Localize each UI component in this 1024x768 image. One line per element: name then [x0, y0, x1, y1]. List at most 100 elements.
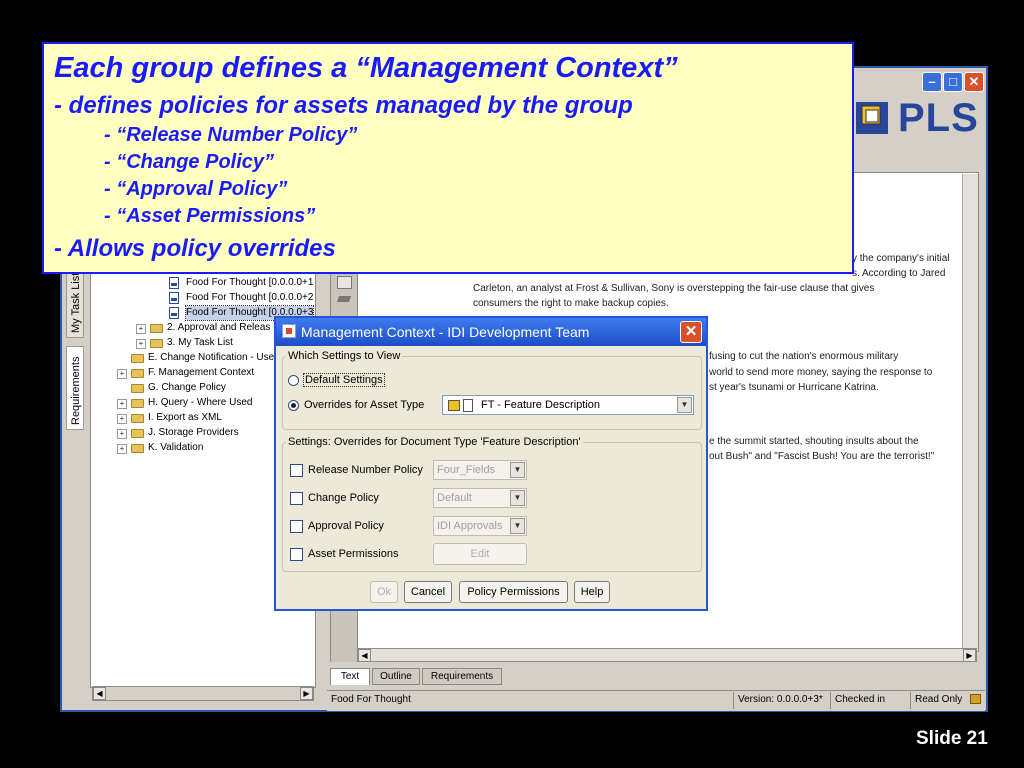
release-number-checkbox[interactable] — [290, 464, 303, 477]
expand-icon[interactable]: + — [117, 429, 127, 439]
document-icon — [169, 307, 179, 319]
expand-icon[interactable]: + — [117, 444, 127, 454]
scroll-right-icon[interactable]: ▶ — [963, 649, 976, 662]
logo-icon — [856, 102, 888, 134]
lock-icon — [970, 694, 981, 704]
tree-item[interactable]: H. Query - Where Used — [148, 396, 252, 410]
radio-overrides-label[interactable]: Overrides for Asset Type — [304, 399, 424, 411]
asset-type-select[interactable]: FT - Feature Description ▼ — [442, 395, 694, 415]
status-doc-name: Food For Thought — [331, 694, 411, 705]
group-legend: Settings: Overrides for Document Type 'F… — [286, 436, 583, 448]
tab-requirements-bottom[interactable]: Requirements — [422, 668, 502, 685]
change-policy-select[interactable]: Default ▼ — [433, 488, 527, 508]
callout-line: - defines policies for assets managed by… — [54, 92, 633, 119]
table-icon[interactable] — [337, 276, 352, 289]
radio-default-label[interactable]: Default Settings — [303, 373, 385, 387]
settings-view-group — [282, 356, 702, 430]
radio-overrides[interactable] — [288, 400, 299, 411]
folder-icon — [131, 414, 144, 423]
policy-permissions-button[interactable]: Policy Permissions — [459, 581, 568, 603]
group-legend: Which Settings to View — [286, 350, 403, 362]
doc-text: fusing to cut the nation's enormous mili… — [709, 351, 899, 362]
callout-item: - “Approval Policy” — [104, 178, 288, 200]
tree-horizontal-scrollbar[interactable]: ◀ ▶ — [92, 686, 314, 701]
callout-item: - “Asset Permissions” — [104, 205, 316, 227]
select-value: IDI Approvals — [437, 520, 503, 532]
expand-icon[interactable]: + — [136, 339, 146, 349]
status-bar — [327, 690, 985, 711]
callout-line: - Allows policy overrides — [54, 235, 336, 262]
asset-type-value: FT - Feature Description — [481, 399, 601, 411]
help-button[interactable]: Help — [574, 581, 610, 603]
maximize-icon[interactable]: □ — [943, 72, 963, 92]
cancel-button[interactable]: Cancel — [404, 581, 452, 603]
tab-label: Outline — [380, 671, 412, 682]
status-read-only: Read Only — [915, 694, 963, 705]
editor-vertical-scrollbar[interactable] — [962, 174, 978, 650]
tab-label: Requirements — [70, 356, 82, 425]
tree-item[interactable]: E. Change Notification - Use — [148, 351, 274, 365]
app-logo: PLS — [898, 96, 979, 140]
chevron-down-icon[interactable]: ▼ — [510, 518, 525, 534]
scroll-right-icon[interactable]: ▶ — [300, 687, 313, 700]
scroll-left-icon[interactable]: ◀ — [93, 687, 106, 700]
close-icon[interactable]: ✕ — [964, 72, 984, 92]
chevron-down-icon[interactable]: ▼ — [677, 397, 692, 413]
tab-text[interactable]: Text — [330, 668, 370, 685]
tab-outline[interactable]: Outline — [372, 668, 420, 685]
edit-button[interactable]: Edit — [433, 543, 527, 565]
tree-item[interactable]: K. Validation — [148, 441, 203, 455]
status-checked: Checked in — [835, 694, 886, 705]
release-number-label: Release Number Policy — [308, 464, 423, 476]
callout-item: - “Release Number Policy” — [104, 124, 358, 146]
tree-item[interactable]: Food For Thought [0.0.0.0+1 — [186, 276, 313, 290]
doc-text: y the company's initial — [852, 253, 950, 264]
tree-item[interactable]: 2. Approval and Releas — [167, 321, 270, 335]
eraser-icon[interactable] — [336, 296, 352, 302]
document-icon — [169, 292, 179, 304]
scroll-left-icon[interactable]: ◀ — [358, 649, 371, 662]
callout-item: - “Change Policy” — [104, 151, 275, 173]
folder-icon — [131, 369, 144, 378]
dialog-close-icon[interactable]: ✕ — [680, 321, 702, 343]
approval-policy-label: Approval Policy — [308, 520, 384, 532]
dialog-title: Management Context - IDI Development Tea… — [301, 324, 590, 340]
asset-permissions-checkbox[interactable] — [290, 548, 303, 561]
tree-item[interactable]: Food For Thought [0.0.0.0+2 — [186, 291, 313, 305]
tree-item[interactable]: G. Change Policy — [148, 381, 226, 395]
tree-item[interactable]: 3. My Task List — [167, 336, 233, 350]
approval-policy-select[interactable]: IDI Approvals ▼ — [433, 516, 527, 536]
radio-default-settings[interactable] — [288, 375, 299, 386]
doc-text: out Bush" and "Fascist Bush! You are the… — [709, 451, 935, 462]
ok-button[interactable]: Ok — [370, 581, 398, 603]
expand-icon[interactable]: + — [117, 399, 127, 409]
asset-type-icon — [448, 400, 460, 411]
tab-requirements[interactable]: Requirements — [66, 346, 84, 430]
expand-icon[interactable]: + — [117, 414, 127, 424]
expand-icon[interactable]: + — [117, 369, 127, 379]
tab-label: Requirements — [430, 671, 494, 682]
doc-icon — [463, 399, 473, 412]
status-version: Version: 0.0.0.0+3* — [738, 694, 823, 705]
chevron-down-icon[interactable]: ▼ — [510, 490, 525, 506]
chevron-down-icon[interactable]: ▼ — [510, 462, 525, 478]
tree-item[interactable]: F. Management Context — [148, 366, 254, 380]
release-number-select[interactable]: Four_Fields ▼ — [433, 460, 527, 480]
tree-item[interactable]: J. Storage Providers — [148, 426, 239, 440]
doc-text: consumers the right to make backup copie… — [473, 298, 669, 309]
doc-text: Carleton, an analyst at Frost & Sullivan… — [473, 283, 875, 294]
doc-text: e the summit started, shouting insults a… — [709, 436, 919, 447]
callout-heading: Each group defines a “Management Context… — [54, 52, 678, 84]
tree-item[interactable]: I. Export as XML — [148, 411, 222, 425]
tab-label: Text — [340, 671, 360, 682]
expand-icon[interactable]: + — [136, 324, 146, 334]
folder-icon — [131, 429, 144, 438]
folder-icon — [131, 444, 144, 453]
doc-text: world to send more money, saying the res… — [709, 367, 933, 378]
change-policy-checkbox[interactable] — [290, 492, 303, 505]
editor-horizontal-scrollbar[interactable]: ◀ ▶ — [357, 648, 977, 662]
approval-policy-checkbox[interactable] — [290, 520, 303, 533]
folder-icon — [150, 324, 163, 333]
folder-icon — [131, 354, 144, 363]
minimize-icon[interactable]: – — [922, 72, 942, 92]
